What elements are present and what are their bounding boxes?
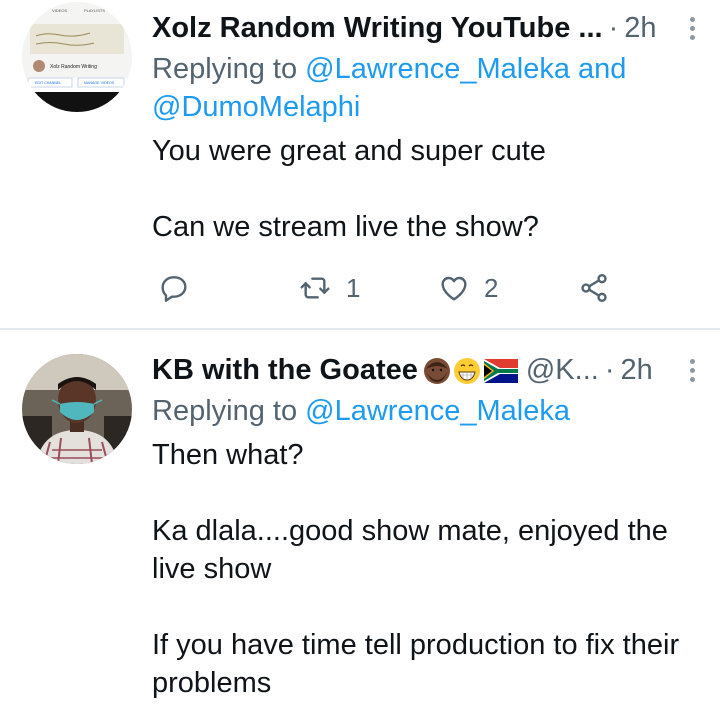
- author-handle[interactable]: @K...: [526, 354, 599, 387]
- more-icon[interactable]: [682, 358, 702, 382]
- tweet-text-line: If you have time tell production to fix …: [152, 629, 680, 699]
- avatar[interactable]: [22, 354, 132, 464]
- action-bar: 1 2: [152, 272, 622, 310]
- mention-joiner[interactable]: and: [578, 53, 626, 85]
- tweet-header: KB with the Goatee @K... · 2h: [152, 350, 702, 390]
- author-name[interactable]: Xolz Random Writing YouTube ...: [152, 12, 603, 45]
- replying-prefix: Replying to: [152, 53, 298, 85]
- timestamp[interactable]: 2h: [624, 12, 656, 45]
- tweet[interactable]: KB with the Goatee @K... · 2h Replying t…: [0, 330, 720, 712]
- tweet-text-line: You were great and super cute: [152, 135, 546, 167]
- tweet-body: KB with the Goatee @K... · 2h Replying t…: [152, 350, 702, 702]
- grinning-emoji: [452, 354, 482, 387]
- share-icon: [581, 274, 607, 302]
- avatar-manage-videos: MANAGE VIDEOS: [84, 81, 115, 85]
- author-name[interactable]: KB with the Goatee: [152, 354, 418, 387]
- like-count: 2: [484, 272, 499, 303]
- tweet-text: Then what? Ka dlala....good show mate, e…: [152, 436, 702, 702]
- tweet-header: Xolz Random Writing YouTube ... · 2h: [152, 8, 702, 48]
- tweet-text-line: Ka dlala....good show mate, enjoyed the …: [152, 515, 668, 585]
- retweet-button[interactable]: 1: [298, 272, 360, 304]
- share-button[interactable]: [578, 272, 610, 304]
- mention-link[interactable]: @DumoMelaphi: [152, 91, 360, 123]
- person-beard-emoji: [422, 354, 452, 387]
- tweet-text: You were great and super cute Can we str…: [152, 132, 702, 246]
- reply-button[interactable]: [158, 272, 190, 304]
- tweet-text-line: Can we stream live the show?: [152, 211, 539, 243]
- avatar-tab-videos: VIDEOS: [52, 8, 67, 13]
- avatar-tab-playlists: PLAYLISTS: [84, 8, 105, 13]
- tweet-body: Xolz Random Writing YouTube ... · 2h Rep…: [152, 8, 702, 246]
- south-africa-flag-emoji: [483, 354, 518, 387]
- timestamp[interactable]: 2h: [620, 354, 652, 387]
- replying-to: Replying to @Lawrence_Maleka: [152, 392, 702, 430]
- avatar-channel-name: Xolz Random Writing: [50, 64, 97, 70]
- like-button[interactable]: 2: [438, 272, 498, 304]
- separator-dot: ·: [604, 353, 615, 386]
- tweet-text-line: Then what?: [152, 439, 304, 471]
- replying-to: Replying to @Lawrence_Maleka and @DumoMe…: [152, 50, 702, 126]
- retweet-count: 1: [346, 272, 361, 303]
- mention-link[interactable]: @Lawrence_Maleka: [305, 395, 570, 427]
- separator-dot: ·: [608, 11, 619, 44]
- reply-icon: [161, 276, 187, 302]
- avatar[interactable]: VIDEOS PLAYLISTS Xolz Random Writing EDI…: [22, 2, 132, 112]
- mention-link[interactable]: @Lawrence_Maleka: [305, 53, 570, 85]
- avatar-edit-channel: EDIT CHANNEL: [35, 81, 61, 85]
- replying-prefix: Replying to: [152, 395, 298, 427]
- like-icon: [441, 276, 467, 301]
- retweet-icon: [300, 277, 330, 299]
- more-icon[interactable]: [682, 16, 702, 40]
- tweet[interactable]: VIDEOS PLAYLISTS Xolz Random Writing EDI…: [0, 0, 720, 330]
